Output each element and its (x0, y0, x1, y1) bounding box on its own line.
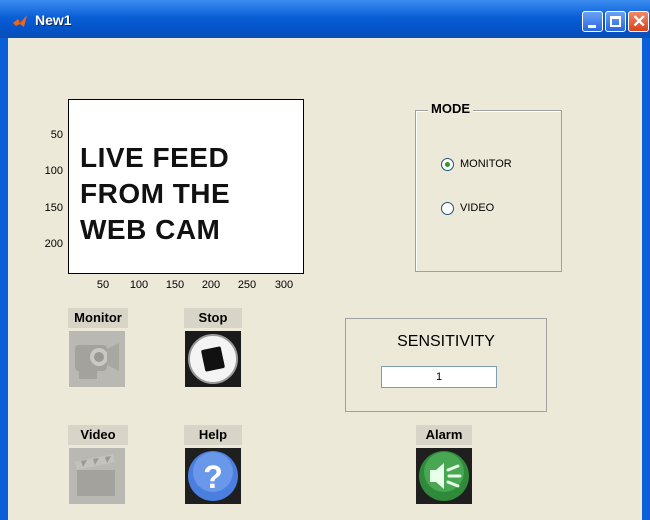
maximize-button[interactable] (605, 11, 626, 32)
video-button-label: Video (68, 425, 128, 445)
feed-line: LIVE FEED (80, 142, 230, 173)
stop-icon[interactable] (185, 331, 241, 387)
mode-panel-title: MODE (428, 101, 473, 116)
close-icon: ✕ (632, 12, 647, 31)
y-tick-label: 50 (50, 129, 63, 141)
x-tick-label: 200 (201, 279, 221, 291)
feed-line: WEB CAM (80, 214, 221, 245)
clapperboard-icon[interactable] (69, 448, 125, 504)
mode-panel (415, 110, 562, 272)
stop-button-label: Stop (184, 308, 242, 328)
feed-line: FROM THE (80, 178, 231, 209)
close-button[interactable]: ✕ (628, 11, 649, 32)
video-radio-label[interactable]: VIDEO (460, 202, 494, 214)
window-border-right (642, 38, 650, 520)
title-bar[interactable]: New1 ✕ (0, 0, 650, 39)
x-tick-label: 250 (237, 279, 257, 291)
monitor-radio-label[interactable]: MONITOR (460, 158, 512, 170)
minimize-icon (588, 25, 596, 28)
y-tick-label: 100 (44, 165, 63, 177)
maximize-icon (610, 16, 621, 27)
svg-text:?: ? (203, 459, 223, 495)
x-tick-label: 150 (165, 279, 185, 291)
speaker-icon[interactable] (416, 448, 472, 504)
y-tick-label: 150 (44, 202, 63, 214)
y-tick-label: 200 (44, 238, 63, 250)
matlab-logo-icon (13, 15, 27, 27)
radio-selected-dot (445, 162, 450, 167)
x-tick-label: 50 (96, 279, 110, 291)
video-radio[interactable] (441, 202, 454, 215)
alarm-button-label: Alarm (416, 425, 472, 445)
live-feed-placeholder: LIVE FEED FROM THE WEB CAM (80, 140, 300, 248)
minimize-button[interactable] (582, 11, 603, 32)
sensitivity-label: SENSITIVITY (397, 333, 495, 350)
sensitivity-input[interactable]: 1 (381, 366, 497, 388)
monitor-button-label: Monitor (68, 308, 128, 328)
monitor-radio[interactable] (441, 158, 454, 171)
help-icon[interactable]: ? (185, 448, 241, 504)
window-title: New1 (35, 12, 72, 28)
camcorder-icon[interactable] (69, 331, 125, 387)
window-border-left (0, 38, 8, 520)
x-tick-label: 100 (129, 279, 149, 291)
help-button-label: Help (184, 425, 242, 445)
x-tick-label: 300 (274, 279, 294, 291)
